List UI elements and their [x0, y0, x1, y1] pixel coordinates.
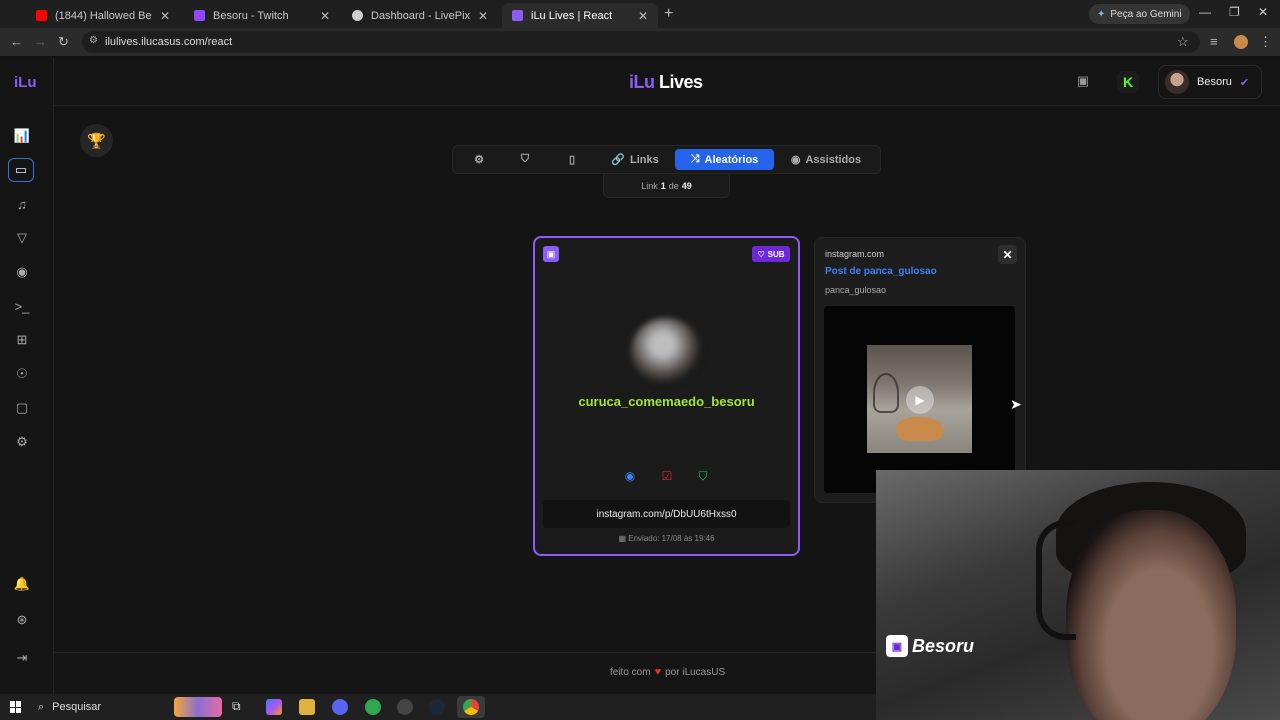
reload-icon[interactable]: ↻ [58, 34, 69, 50]
close-window-button[interactable]: ✕ [1258, 5, 1268, 19]
tab-assistidos[interactable]: ◉ Assistidos [782, 149, 870, 170]
eye-icon: ◉ [790, 154, 801, 166]
filter-icon[interactable]: ▽ [10, 226, 34, 250]
close-icon[interactable]: ✕ [638, 9, 648, 23]
settings-icon[interactable]: ⚙ [10, 430, 34, 454]
award-icon[interactable]: ☉ [10, 362, 34, 386]
heart-icon: ♥ [654, 666, 662, 678]
windows-start-icon[interactable] [10, 701, 22, 713]
heart-icon: ♡ [757, 249, 765, 259]
headphones [1036, 520, 1076, 640]
dog-shape [897, 417, 943, 441]
browser-tab-ilulives[interactable]: iLu Lives | React ✕ [502, 3, 658, 28]
tab-shield[interactable]: ⛉ [514, 149, 536, 170]
ilu-icon [512, 10, 523, 21]
streamer-tag: ▣ Besoru [886, 635, 974, 657]
new-tab-button[interactable]: + [664, 5, 673, 23]
steam-icon[interactable] [429, 699, 445, 715]
shield-icon[interactable]: ⛉ [695, 469, 711, 485]
close-icon[interactable]: ✕ [998, 245, 1017, 264]
sub-badge: ♡ SUB [752, 246, 790, 262]
file-explorer-icon[interactable] [299, 699, 315, 715]
twitch-icon [194, 10, 205, 21]
user-menu[interactable]: Besoru ✔ [1158, 65, 1262, 99]
search-icon: ⌕ [38, 700, 45, 713]
copilot-icon[interactable] [266, 699, 282, 715]
tab-links[interactable]: 🔗 Links [604, 149, 666, 170]
help-icon[interactable]: ⊛ [10, 608, 34, 632]
tab-settings[interactable]: ⚙ [468, 149, 490, 170]
embed-user: panca_gulosao [825, 285, 887, 295]
trophy-icon[interactable]: 🏆 [80, 124, 113, 157]
tab-aleatorios[interactable]: ⤨ Aleatórios [675, 149, 774, 170]
gemini-button[interactable]: ✦ Peça ao Gemini [1089, 4, 1190, 24]
music-icon[interactable]: ♫ [10, 192, 34, 216]
browser-tab-youtube[interactable]: (1844) Hallowed Be Thy Name | ✕ [26, 3, 180, 28]
mouse-cursor: ➤ [1010, 396, 1022, 412]
calendar-icon: ▦ [618, 534, 627, 543]
minimize-button[interactable]: — [1199, 5, 1211, 19]
brand-title: iLu Lives [629, 72, 703, 92]
avatar [1165, 70, 1189, 94]
discord-icon[interactable] [332, 699, 348, 715]
sent-date: ▦ Enviado: 17/08 às 19:46 [618, 534, 715, 543]
kick-icon[interactable]: K [1117, 71, 1139, 93]
footer-credit: feito com ♥ por iLucasUS [610, 666, 726, 678]
monitor-icon[interactable]: ▭ [8, 158, 34, 182]
search-highlight-image [174, 697, 222, 717]
bicycle-shape [873, 373, 899, 413]
task-view-icon[interactable]: ⧉ [232, 699, 248, 715]
restore-button[interactable]: ❐ [1229, 5, 1240, 19]
address-bar[interactable]: ⚙ ilulives.ilucasus.com/react [82, 31, 1200, 53]
bookmark-star-icon[interactable]: ☆ [1177, 34, 1189, 50]
card-username: curuca_comemaedo_besoru [578, 394, 755, 409]
gear-icon: ⚙ [474, 154, 484, 166]
chrome-icon[interactable] [463, 699, 479, 715]
twitch-icon: ▣ [886, 635, 908, 657]
site-info-icon[interactable]: ⚙ [89, 35, 98, 46]
shuffle-icon: ⤨ [690, 153, 700, 165]
obs-icon[interactable] [397, 699, 413, 715]
close-icon[interactable]: ✕ [478, 9, 488, 23]
app-logo[interactable]: iLu [14, 74, 37, 91]
sparkle-icon: ✦ [1097, 8, 1106, 20]
chrome-profile-icon[interactable] [365, 699, 381, 715]
notification-bell-icon[interactable]: 🔔 [10, 572, 34, 596]
close-icon[interactable]: ✕ [160, 9, 170, 23]
media-controls-icon[interactable]: ≡ [1210, 34, 1218, 49]
camera-icon[interactable]: ◉ [10, 260, 34, 284]
terminal-icon[interactable]: >_ [10, 294, 34, 318]
link-icon: 🔗 [611, 154, 625, 166]
person-face [1066, 510, 1236, 720]
shield-icon: ⛉ [520, 153, 530, 165]
eye-icon[interactable]: ◉ [622, 469, 638, 485]
menu-kebab-icon[interactable]: ⋮ [1259, 34, 1272, 50]
play-icon[interactable]: ▶ [906, 386, 934, 414]
webcam-overlay [876, 470, 1280, 720]
link-counter: Link 1 de 49 [603, 174, 730, 198]
avatar [631, 318, 701, 384]
browser-tab-twitch[interactable]: Besoru - Twitch ✕ [184, 3, 340, 28]
browser-tab-livepix[interactable]: Dashboard - LivePix ✕ [342, 3, 498, 28]
package-icon[interactable]: ▣ [1074, 73, 1092, 91]
check-square-icon[interactable]: ☑ [659, 469, 675, 485]
embed-domain: instagram.com [825, 249, 885, 259]
card-link[interactable]: instagram.com/p/DbUU6tHxss0 [543, 500, 790, 528]
verified-icon: ✔ [1239, 76, 1250, 89]
twitch-icon: ▣ [543, 246, 559, 262]
logout-icon[interactable]: ⇥ [10, 646, 34, 670]
embed-title[interactable]: Post de panca_gulosao [825, 266, 937, 277]
chat-icon[interactable]: ▢ [10, 396, 34, 420]
livepix-icon [352, 10, 363, 21]
forward-icon[interactable]: → [34, 34, 47, 49]
tab-tablet[interactable]: ▯ [561, 149, 583, 170]
close-icon[interactable]: ✕ [320, 9, 330, 23]
profile-avatar[interactable] [1234, 35, 1248, 49]
back-icon[interactable]: ← [10, 34, 23, 49]
tablet-icon: ▯ [568, 154, 576, 166]
stats-icon[interactable]: 📊 [10, 124, 34, 148]
gift-icon[interactable]: ⊞ [10, 328, 34, 352]
youtube-icon [36, 10, 47, 21]
